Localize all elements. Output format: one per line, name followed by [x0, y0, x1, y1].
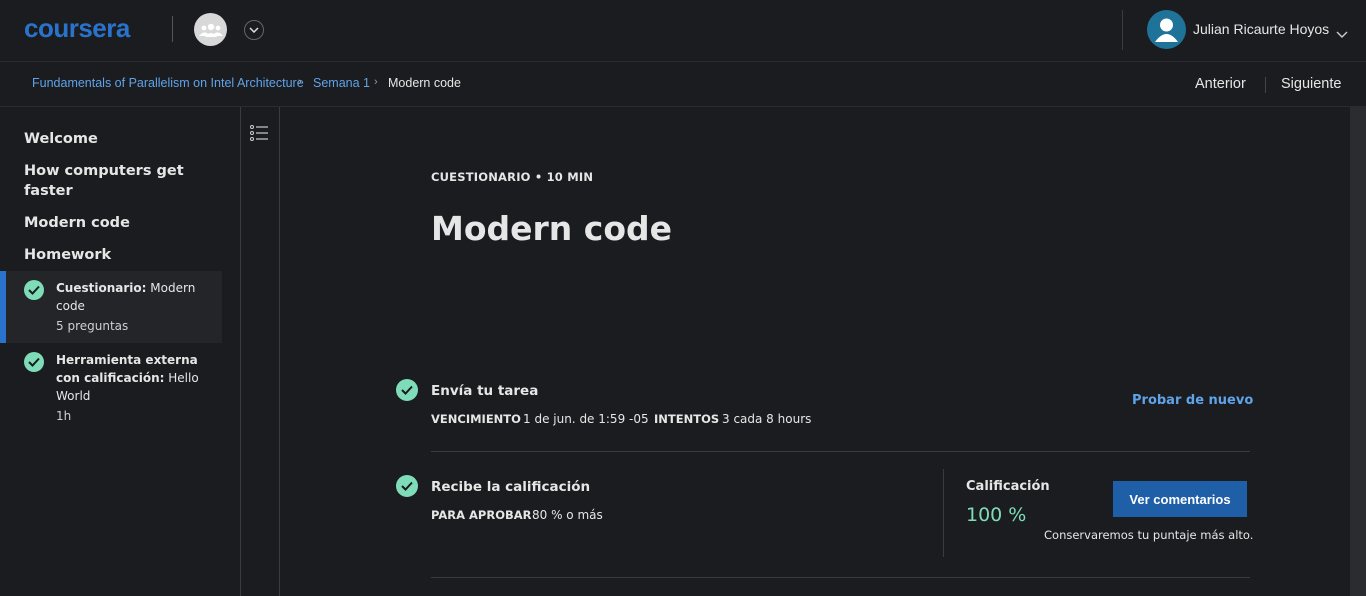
breadcrumb-week[interactable]: Semana 1	[313, 76, 370, 90]
item-type-label: Cuestionario:	[56, 281, 147, 295]
chevron-right-icon: ›	[374, 76, 378, 88]
user-divider	[1122, 10, 1123, 50]
due-value: 1 de jun. de 1:59 -05	[523, 412, 649, 426]
grade-label: Calificación	[966, 479, 1050, 494]
view-feedback-button[interactable]: Ver comentarios	[1113, 481, 1247, 517]
grade-value: 100 %	[966, 504, 1027, 526]
user-name[interactable]: Julian Ricaurte Hoyos	[1193, 21, 1329, 37]
next-button[interactable]: Siguiente	[1281, 76, 1341, 92]
breadcrumb-course[interactable]: Fundamentals of Parallelism on Intel Arc…	[32, 76, 304, 90]
course-sidebar: Welcome How computers get faster Modern …	[0, 107, 222, 596]
attempts-value: 3 cada 8 hours	[722, 412, 812, 426]
grade-note: Conservaremos tu puntaje más alto.	[1044, 528, 1254, 542]
header-divider	[172, 16, 173, 42]
sidebar-item-quiz[interactable]: Cuestionario: Modern code 5 preguntas	[0, 271, 222, 343]
chevron-down-icon[interactable]	[1336, 24, 1348, 43]
item-meta: 1h	[56, 409, 72, 423]
sidebar-heading-modern-code[interactable]: Modern code	[24, 213, 204, 233]
retry-button[interactable]: Probar de nuevo	[1132, 393, 1253, 408]
sidebar-item-external-tool[interactable]: Herramienta externa con calificación: He…	[0, 343, 222, 431]
chevron-right-icon: ›	[298, 76, 302, 88]
sidebar-toggle-column	[240, 107, 280, 596]
nav-divider	[1265, 77, 1266, 93]
list-toggle-icon[interactable]	[250, 125, 268, 145]
pass-label: PARA APROBAR	[431, 508, 532, 522]
top-header: coursera Julian Ricaurte Hoyos	[0, 0, 1366, 62]
due-label: VENCIMIENTO	[431, 412, 521, 426]
grade-step-title: Recibe la calificación	[431, 479, 591, 495]
coursera-logo[interactable]: coursera	[24, 13, 130, 44]
previous-button[interactable]: Anterior	[1195, 76, 1246, 92]
active-indicator	[0, 271, 6, 343]
breadcrumb: Fundamentals of Parallelism on Intel Arc…	[0, 62, 1366, 107]
pass-value: 80 % o más	[532, 508, 603, 522]
sidebar-heading-welcome[interactable]: Welcome	[24, 129, 204, 149]
check-icon	[24, 352, 44, 372]
check-icon	[396, 475, 418, 497]
sidebar-item-text: Herramienta externa con calificación: He…	[56, 351, 206, 425]
item-meta: 5 preguntas	[56, 319, 129, 333]
attempts-label: INTENTOS	[654, 412, 720, 426]
sidebar-heading-homework[interactable]: Homework	[24, 245, 204, 265]
submit-step-title: Envía tu tarea	[431, 383, 539, 399]
item-eyebrow: CUESTIONARIO • 10 MIN	[431, 170, 594, 184]
check-icon	[396, 379, 418, 401]
check-icon	[24, 280, 44, 300]
scrollbar[interactable]	[1350, 107, 1366, 596]
sidebar-item-text: Cuestionario: Modern code 5 preguntas	[56, 279, 206, 335]
divider	[431, 451, 1250, 452]
group-avatar-icon[interactable]	[194, 13, 227, 46]
main-content: CUESTIONARIO • 10 MIN Modern code Envía …	[281, 107, 1350, 596]
divider	[431, 577, 1250, 578]
user-avatar-icon[interactable]	[1147, 10, 1186, 49]
chevron-down-icon[interactable]	[244, 20, 264, 40]
page-title: Modern code	[431, 209, 673, 248]
breadcrumb-current: Modern code	[388, 76, 461, 90]
vertical-divider	[943, 469, 944, 557]
sidebar-heading-how-computers[interactable]: How computers get faster	[24, 161, 204, 201]
